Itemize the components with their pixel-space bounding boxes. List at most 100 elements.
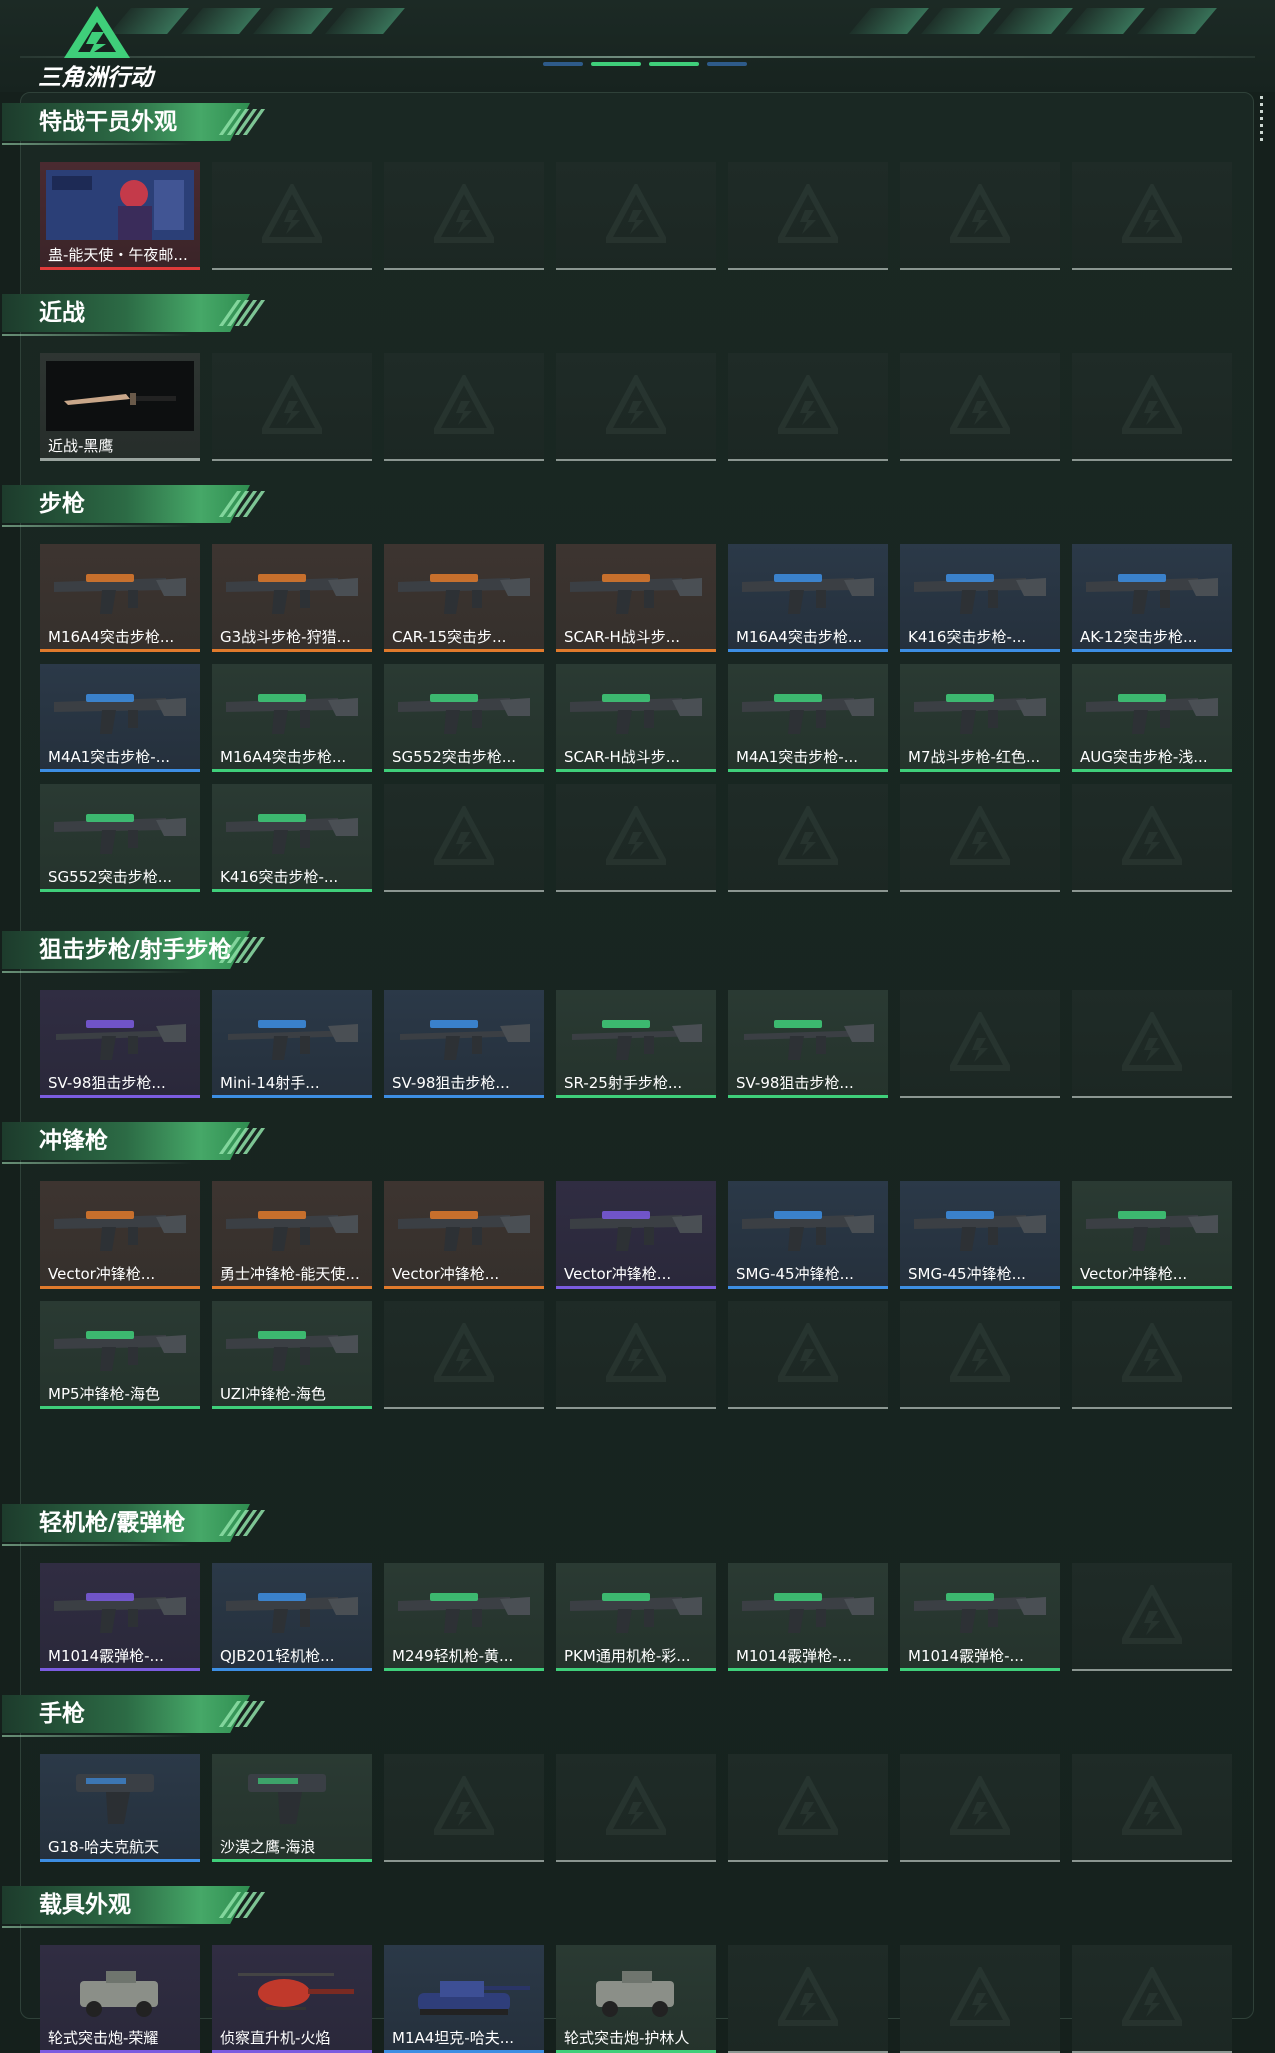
empty-slot (1072, 353, 1232, 461)
item-card[interactable]: M4A1突击步枪-... (728, 664, 888, 772)
placeholder-watermark-icon (430, 372, 498, 434)
section-header-melee: 近战 (2, 294, 277, 338)
rarity-bar (40, 1286, 200, 1289)
item-card[interactable]: SR-25射手步枪... (556, 990, 716, 1098)
empty-slot-bar (900, 1407, 1060, 1409)
placeholder-watermark-icon (430, 181, 498, 243)
rarity-bar (212, 1859, 372, 1862)
item-card[interactable]: 侦察直升机-火焰 (212, 1945, 372, 2053)
item-card[interactable]: M4A1突击步枪-... (40, 664, 200, 772)
item-card-label: QJB201轻机枪... (220, 1647, 335, 1665)
placeholder-watermark-icon (1118, 181, 1186, 243)
item-card[interactable]: M16A4突击步枪... (40, 544, 200, 652)
empty-slot (384, 1754, 544, 1862)
empty-slot-bar (556, 268, 716, 270)
item-card-label: MP5冲锋枪-海色 (48, 1385, 160, 1403)
item-card-label: SV-98狙击步枪... (48, 1074, 166, 1092)
item-card[interactable]: M16A4突击步枪... (728, 544, 888, 652)
item-card-label: 轮式突击炮-荣耀 (48, 2029, 159, 2047)
empty-slot-bar (1072, 1096, 1232, 1098)
item-card[interactable]: SMG-45冲锋枪... (900, 1181, 1060, 1289)
smg-icon (906, 1189, 1054, 1259)
item-card[interactable]: 轮式突击炮-荣耀 (40, 1945, 200, 2053)
empty-slot (900, 990, 1060, 1098)
item-card-label: 沙漠之鹰-海浪 (220, 1838, 316, 1856)
item-card[interactable]: M7战斗步枪-红色... (900, 664, 1060, 772)
item-card[interactable]: Vector冲锋枪... (384, 1181, 544, 1289)
placeholder-watermark-icon (774, 803, 842, 865)
section-title: 步枪 (39, 491, 85, 517)
item-card[interactable]: SV-98狙击步枪... (40, 990, 200, 1098)
placeholder-watermark-icon (430, 1320, 498, 1382)
item-card[interactable]: M1A4坦克-哈夫... (384, 1945, 544, 2053)
item-card[interactable]: SG552突击步枪... (384, 664, 544, 772)
rifle-icon (562, 672, 710, 742)
item-card-label: Vector冲锋枪... (564, 1265, 672, 1283)
rifle-icon (218, 672, 366, 742)
empty-slot-bar (384, 268, 544, 270)
item-card-label: SG552突击步枪... (392, 748, 517, 766)
item-card[interactable]: M1014霰弹枪-... (900, 1563, 1060, 1671)
rarity-bar (212, 1406, 372, 1409)
item-card-label: M16A4突击步枪... (48, 628, 175, 646)
item-card[interactable]: SCAR-H战斗步... (556, 544, 716, 652)
empty-slot-bar (1072, 1860, 1232, 1862)
item-card[interactable]: K416突击步枪-... (212, 784, 372, 892)
item-card[interactable]: Vector冲锋枪... (1072, 1181, 1232, 1289)
item-card[interactable]: UZI冲锋枪-海色 (212, 1301, 372, 1409)
item-card[interactable]: 勇士冲锋枪-能天使... (212, 1181, 372, 1289)
item-card[interactable]: M249轻机枪-黄... (384, 1563, 544, 1671)
empty-slot-bar (728, 268, 888, 270)
rifle-icon (562, 552, 710, 622)
item-card[interactable]: MP5冲锋枪-海色 (40, 1301, 200, 1409)
item-card-label: Vector冲锋枪... (392, 1265, 500, 1283)
item-card[interactable]: SV-98狙击步枪... (728, 990, 888, 1098)
rarity-bar (384, 649, 544, 652)
item-grid-melee: 近战-黑鹰 (40, 353, 1232, 461)
empty-slot-bar (900, 459, 1060, 461)
item-card[interactable]: G3战斗步枪-狩猎... (212, 544, 372, 652)
rifle-icon (906, 552, 1054, 622)
item-card[interactable]: CAR-15突击步... (384, 544, 544, 652)
item-card-label: CAR-15突击步... (392, 628, 507, 646)
item-card-label: M1014霰弹枪-... (48, 1647, 164, 1665)
item-card[interactable]: AK-12突击步枪... (1072, 544, 1232, 652)
empty-slot (384, 784, 544, 892)
scrollbar[interactable] (1260, 96, 1264, 152)
item-card[interactable]: M1014霰弹枪-... (728, 1563, 888, 1671)
item-card[interactable]: SG552突击步枪... (40, 784, 200, 892)
item-card[interactable]: 沙漠之鹰-海浪 (212, 1754, 372, 1862)
item-card[interactable]: SV-98狙击步枪... (384, 990, 544, 1098)
item-card[interactable]: PKM通用机枪-彩... (556, 1563, 716, 1671)
item-card[interactable]: M16A4突击步枪... (212, 664, 372, 772)
item-card[interactable]: 蛊-能天使・午夜邮... (40, 162, 200, 270)
lmg-icon (562, 1571, 710, 1641)
item-card[interactable]: 近战-黑鹰 (40, 353, 200, 461)
rarity-bar (40, 267, 200, 270)
item-card[interactable]: 轮式突击炮-护林人 (556, 1945, 716, 2053)
rifle-icon (390, 672, 538, 742)
rarity-bar (556, 1286, 716, 1289)
item-card[interactable]: SMG-45冲锋枪... (728, 1181, 888, 1289)
item-card[interactable]: QJB201轻机枪... (212, 1563, 372, 1671)
item-card[interactable]: Vector冲锋枪... (40, 1181, 200, 1289)
empty-slot (900, 353, 1060, 461)
placeholder-watermark-icon (602, 372, 670, 434)
smg-icon (734, 1189, 882, 1259)
rarity-bar (556, 1095, 716, 1098)
item-card[interactable]: K416突击步枪-... (900, 544, 1060, 652)
item-card[interactable]: G18-哈夫克航天 (40, 1754, 200, 1862)
item-card-label: Mini-14射手... (220, 1074, 320, 1092)
item-card[interactable]: SCAR-H战斗步... (556, 664, 716, 772)
rifle-icon (1078, 552, 1226, 622)
item-card-label: SCAR-H战斗步... (564, 748, 681, 766)
rarity-bar (728, 649, 888, 652)
sniper-icon (218, 998, 366, 1068)
item-card[interactable]: Mini-14射手... (212, 990, 372, 1098)
rarity-bar (40, 769, 200, 772)
item-card[interactable]: AUG突击步枪-浅... (1072, 664, 1232, 772)
item-card[interactable]: M1014霰弹枪-... (40, 1563, 200, 1671)
rarity-bar (728, 1095, 888, 1098)
empty-slot (728, 162, 888, 270)
item-card[interactable]: Vector冲锋枪... (556, 1181, 716, 1289)
